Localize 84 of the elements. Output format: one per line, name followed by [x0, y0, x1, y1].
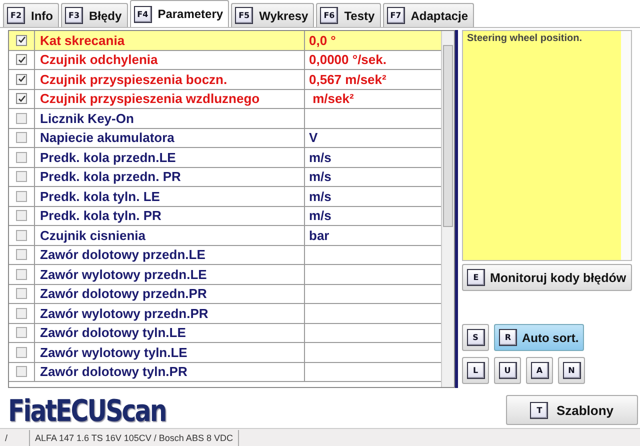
parameter-value: m/sek²: [312, 91, 354, 106]
parameter-name: Licznik Key-On: [40, 110, 134, 126]
parameter-name: Zawór dolotowy tyln.LE: [40, 325, 186, 340]
parameter-name: Zawór wylotowy przedn.LE: [40, 266, 207, 282]
parameter-value: 0,0000 °/sek.: [309, 52, 386, 68]
key-button[interactable]: U: [494, 357, 521, 384]
parameter-row[interactable]: Predk. kola przedn.LE m/s: [9, 148, 441, 168]
parameter-name: Zawór dolotowy tyln.PR: [40, 364, 188, 380]
checkbox[interactable]: [16, 152, 27, 163]
parameter-row[interactable]: Zawór dolotowy tyln.LE: [9, 324, 441, 343]
checkbox[interactable]: [16, 249, 27, 260]
parameter-value: bar: [309, 228, 330, 243]
checkbox[interactable]: [16, 54, 27, 66]
parameter-name: Zawór wylotowy tyln.LE: [40, 344, 188, 360]
checkbox[interactable]: [16, 288, 27, 300]
monitor-errors-button[interactable]: E Monitoruj kody błędów: [462, 264, 632, 292]
checkbox[interactable]: [16, 190, 27, 202]
checkbox[interactable]: [16, 93, 27, 104]
parameter-row[interactable]: Czujnik przyspieszenia boczn. 0,567 m/sek²: [9, 70, 441, 90]
parameter-row[interactable]: Czujnik odchylenia 0,0000 °/sek.: [9, 50, 441, 70]
parameter-value: m/s: [309, 208, 332, 224]
checkbox[interactable]: [16, 366, 27, 378]
parameter-name: Czujnik odchylenia: [40, 52, 158, 68]
parameter-row[interactable]: Zawór dolotowy przedn.PR: [9, 284, 441, 304]
parameter-name: Napiecie akumulatora: [40, 130, 174, 146]
key-button[interactable]: S: [462, 324, 489, 351]
parameter-name: Czujnik przyspieszenia boczn.: [40, 72, 228, 87]
checkbox[interactable]: [16, 327, 27, 338]
parameter-name: Czujnik przyspieszenia wzdluznego: [40, 91, 260, 106]
tab[interactable]: F6 Testy: [316, 3, 381, 27]
parameter-name: Predk. kola przedn. PR: [40, 169, 181, 184]
parameter-row[interactable]: Predk. kola przedn. PR m/s: [9, 168, 441, 187]
tab[interactable]: F3 Błędy: [61, 3, 128, 27]
checkbox[interactable]: [16, 308, 27, 319]
parameter-row[interactable]: Predk. kola tyln. LE m/s: [9, 187, 441, 206]
checkbox[interactable]: [16, 210, 27, 222]
checkbox[interactable]: [16, 230, 27, 241]
parameter-row[interactable]: Predk. kola tyln. PR m/s: [9, 206, 441, 226]
scrollbar[interactable]: [441, 31, 454, 387]
checkbox[interactable]: [16, 74, 27, 85]
description-text: Steering wheel position.: [466, 32, 584, 46]
status-text: /: [0, 430, 30, 446]
parameter-row[interactable]: Czujnik cisnienia bar: [9, 226, 441, 246]
parameter-name: Czujnik cisnienia: [40, 228, 146, 243]
tab[interactable]: F7 Adaptacje: [382, 3, 474, 27]
parameter-row[interactable]: Czujnik przyspieszenia wzdluznego m/sek²: [9, 90, 441, 109]
tab[interactable]: F4 Parametery: [130, 0, 230, 27]
parameter-name: Predk. kola przedn.LE: [40, 150, 176, 165]
templates-button[interactable]: T Szablony: [506, 395, 638, 425]
status-text: ALFA 147 1.6 TS 16V 105CV / Bosch ABS 8 VDC: [30, 430, 239, 446]
logo: FiatECUScan: [8, 395, 166, 429]
auto-sort-button[interactable]: R Auto sort.: [494, 324, 584, 351]
parameter-name: Zawór dolotowy przedn.LE: [40, 247, 206, 262]
parameter-name: Predk. kola tyln. LE: [40, 188, 160, 204]
parameter-value: V: [309, 130, 318, 146]
parameter-row[interactable]: Zawór wylotowy przedn.PR: [9, 304, 441, 324]
parameter-value: m/s: [309, 169, 332, 184]
parameter-value: m/s: [309, 150, 332, 165]
parameter-name: Zawór dolotowy przedn.PR: [40, 286, 207, 302]
key-button[interactable]: L: [462, 357, 489, 384]
checkbox[interactable]: [16, 132, 27, 144]
scrollbar[interactable]: [621, 31, 631, 260]
parameter-value: m/s: [309, 188, 332, 204]
checkbox[interactable]: [16, 171, 27, 182]
parameter-name: Kat skrecania: [40, 32, 125, 48]
parameter-name: Predk. kola tyln. PR: [40, 208, 162, 224]
parameter-row[interactable]: Napiecie akumulatora V: [9, 128, 441, 148]
checkbox[interactable]: [16, 346, 27, 358]
tab[interactable]: F5 Wykresy: [231, 3, 314, 27]
parameter-name: Zawór wylotowy przedn.PR: [40, 306, 208, 321]
parameter-row[interactable]: Zawór dolotowy tyln.PR: [9, 362, 441, 382]
parameter-row[interactable]: Zawór wylotowy przedn.LE: [9, 265, 441, 284]
checkbox[interactable]: [16, 268, 27, 280]
parameter-value: 0,0 °: [309, 32, 336, 48]
parameter-row[interactable]: Zawór dolotowy przedn.LE: [9, 246, 441, 265]
checkbox[interactable]: [16, 112, 27, 124]
key-button[interactable]: N: [558, 357, 585, 384]
parameter-row[interactable]: Licznik Key-On: [9, 109, 441, 128]
tab[interactable]: F2 Info: [3, 3, 59, 27]
parameter-row[interactable]: Kat skrecania 0,0 °: [9, 31, 441, 50]
key-button[interactable]: A: [526, 357, 553, 384]
checkbox[interactable]: [16, 34, 27, 46]
parameter-value: 0,567 m/sek²: [309, 72, 386, 87]
parameter-row[interactable]: Zawór wylotowy tyln.LE: [9, 343, 441, 362]
